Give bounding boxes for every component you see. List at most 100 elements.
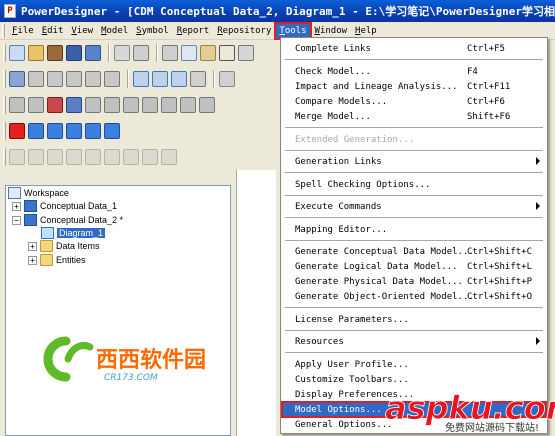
open-folder-icon[interactable] (28, 45, 44, 61)
powerdesigner-app-icon[interactable]: P (4, 4, 17, 18)
menu-item-apply-user-profile[interactable]: Apply User Profile... (282, 357, 546, 372)
menu-item-license-parameters[interactable]: License Parameters... (282, 312, 546, 327)
menu-item-resources[interactable]: Resources (282, 334, 546, 349)
line-tool-icon[interactable] (180, 97, 196, 113)
file-tool-icon[interactable] (123, 97, 139, 113)
verify-icon[interactable] (47, 149, 63, 165)
new-association-icon[interactable] (66, 123, 82, 139)
new-link-icon[interactable] (85, 123, 101, 139)
new-inheritance-icon[interactable] (28, 123, 44, 139)
link-tool-icon[interactable] (104, 97, 120, 113)
delete-icon[interactable] (219, 45, 235, 61)
copy-icon[interactable] (181, 45, 197, 61)
help-icon[interactable] (28, 149, 44, 165)
new-relationship-icon[interactable] (47, 123, 63, 139)
reverse-icon[interactable] (66, 149, 82, 165)
new-model-icon[interactable] (9, 45, 25, 61)
impact-icon[interactable] (161, 149, 177, 165)
toolbar-grip[interactable] (3, 148, 6, 166)
menu-item-impact-lineage[interactable]: Impact and Lineage Analysis... Ctrl+F11 (282, 79, 546, 94)
menu-item-execute-commands[interactable]: Execute Commands (282, 199, 546, 214)
menu-repository[interactable]: Repository (213, 23, 275, 39)
menu-item-merge-model[interactable]: Merge Model... Shift+F6 (282, 109, 546, 124)
pointer-icon[interactable] (9, 97, 25, 113)
standard-toolbar (0, 40, 280, 66)
note-tool-icon[interactable] (142, 97, 158, 113)
expand-icon[interactable]: + (12, 201, 21, 211)
compare-icon[interactable] (104, 149, 120, 165)
tree-node-diagram-1[interactable]: Diagram_1 (41, 226, 106, 240)
entity-icon[interactable] (47, 71, 63, 87)
zoom-fit-icon[interactable] (133, 71, 149, 87)
tree-node-entities[interactable]: + Entities (28, 253, 86, 267)
entity-tool-icon[interactable] (47, 97, 63, 113)
menu-item-generate-cdm[interactable]: Generate Conceptual Data Model... Ctrl+Sh… (282, 244, 546, 259)
menu-item-compare-models[interactable]: Compare Models... Ctrl+F6 (282, 94, 546, 109)
model-icon[interactable] (9, 71, 25, 87)
menu-item-generate-oom[interactable]: Generate Object-Oriented Model... Ctrl+Sh… (282, 289, 546, 304)
tree-node-conceptual-data-1[interactable]: + Conceptual Data_1 (12, 199, 117, 213)
expand-icon[interactable]: + (28, 241, 37, 251)
paste-icon[interactable] (200, 45, 216, 61)
aspku-logo-icon: aspku.com 免费网站源码下载站! (385, 389, 555, 434)
association-icon[interactable] (85, 71, 101, 87)
diagram-icon (41, 227, 54, 239)
menu-item-generation-links[interactable]: Generation Links (282, 154, 546, 169)
toolbar-grip[interactable] (3, 44, 6, 62)
toolbar-grip[interactable] (3, 70, 6, 88)
zoom-out-icon[interactable] (171, 71, 187, 87)
association-tool-icon[interactable] (85, 97, 101, 113)
print-icon[interactable] (114, 45, 130, 61)
open-workspace-icon[interactable] (47, 45, 63, 61)
menu-item-spell-checking[interactable]: Spell Checking Options... (282, 177, 546, 192)
extend-icon[interactable] (142, 149, 158, 165)
grid-icon[interactable] (190, 71, 206, 87)
menu-item-generate-ldm[interactable]: Generate Logical Data Model... Ctrl+Shift… (282, 259, 546, 274)
menu-item-extended-generation: Extended Generation... (295, 134, 415, 145)
menu-report[interactable]: Report (173, 23, 214, 39)
toolbar-grip[interactable] (3, 122, 6, 140)
cut-icon[interactable] (162, 45, 178, 61)
menu-symbol[interactable]: Symbol (132, 23, 173, 39)
toolbar-grip[interactable] (3, 96, 6, 114)
object-browser-tree[interactable]: Workspace + Conceptual Data_1 − Conceptu… (5, 185, 231, 436)
menu-item-mapping-editor[interactable]: Mapping Editor... (282, 222, 546, 237)
menu-item-generate-pdm[interactable]: Generate Physical Data Model... Ctrl+Shif… (282, 274, 546, 289)
menu-model[interactable]: Model (97, 23, 132, 39)
save-icon[interactable] (66, 45, 82, 61)
inheritance-icon[interactable] (104, 71, 120, 87)
text-tool-icon[interactable] (161, 97, 177, 113)
rectangle-tool-icon[interactable] (199, 97, 215, 113)
menu-view[interactable]: View (67, 23, 97, 39)
package-icon[interactable] (28, 71, 44, 87)
menu-item-complete-links[interactable]: Complete Links Ctrl+F5 (282, 41, 546, 56)
diagram-canvas[interactable] (236, 170, 276, 436)
new-entity-icon[interactable] (9, 123, 25, 139)
xixi-url-text: CR173.COM (104, 373, 158, 383)
check-icon[interactable] (9, 149, 25, 165)
folder-icon (40, 240, 53, 252)
menu-item-check-model[interactable]: Check Model... F4 (282, 64, 546, 79)
align-left-icon[interactable] (219, 71, 235, 87)
relationship-tool-icon[interactable] (66, 97, 82, 113)
zoom-in-icon[interactable] (152, 71, 168, 87)
new-table-icon[interactable] (104, 123, 120, 139)
print-preview-icon[interactable] (133, 45, 149, 61)
tree-node-workspace[interactable]: Workspace (8, 186, 69, 200)
collapse-icon[interactable]: − (12, 215, 21, 225)
expand-icon[interactable]: + (28, 255, 37, 265)
save-all-icon[interactable] (85, 45, 101, 61)
find-icon[interactable] (238, 45, 254, 61)
generate-icon[interactable] (85, 149, 101, 165)
palette-toolbar (0, 92, 280, 118)
aspku-watermark: aspku.com 免费网站源码下载站! (383, 383, 555, 436)
tree-node-data-items[interactable]: + Data Items (28, 239, 100, 253)
title-bar: P PowerDesigner - [CDM Conceptual Data_2… (0, 0, 555, 22)
relationship-icon[interactable] (66, 71, 82, 87)
merge-icon[interactable] (123, 149, 139, 165)
grabber-icon[interactable] (28, 97, 44, 113)
menu-file[interactable]: File (8, 23, 38, 39)
tree-node-conceptual-data-2[interactable]: − Conceptual Data_2 * (12, 213, 123, 227)
menubar-grip[interactable] (2, 23, 5, 38)
menu-edit[interactable]: Edit (38, 23, 68, 39)
